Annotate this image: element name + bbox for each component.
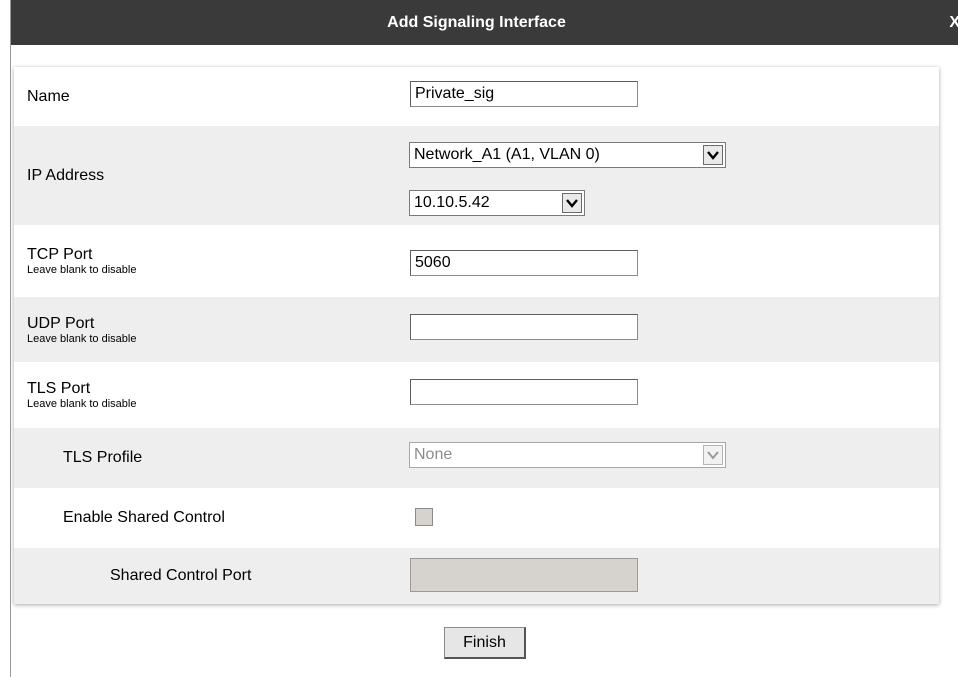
- dialog-titlebar: Add Signaling Interface X: [11, 0, 958, 45]
- tcp-port-hint: Leave blank to disable: [27, 264, 137, 276]
- name-label: Name: [27, 87, 70, 105]
- tls-profile-select-value: None: [414, 446, 453, 463]
- tcp-port-row: TCP Port Leave blank to disable 5060: [14, 225, 939, 297]
- network-select-value: Network_A1 (A1, VLAN 0): [414, 146, 600, 163]
- ip-address-row: IP Address Network_A1 (A1, VLAN 0) 10.10…: [14, 126, 939, 225]
- udp-port-label: UDP Port: [27, 314, 95, 332]
- chevron-down-icon[interactable]: [562, 193, 582, 213]
- udp-port-hint: Leave blank to disable: [27, 332, 137, 345]
- tls-profile-row: TLS Profile None: [14, 428, 939, 488]
- form-panel: Name Private_sig IP Address Network_A1 (…: [14, 67, 939, 604]
- dialog-title: Add Signaling Interface: [387, 13, 566, 31]
- network-select[interactable]: Network_A1 (A1, VLAN 0): [409, 142, 726, 168]
- tcp-port-label: TCP Port: [27, 246, 93, 263]
- shared-control-port-row: Shared Control Port: [14, 548, 939, 604]
- enable-shared-control-checkbox[interactable]: [415, 508, 433, 526]
- ip-select-value: 10.10.5.42: [414, 194, 490, 211]
- chevron-down-icon[interactable]: [703, 145, 723, 165]
- tls-port-row: TLS Port Leave blank to disable: [14, 362, 939, 428]
- shared-control-port-input[interactable]: [410, 558, 638, 592]
- ip-address-label: IP Address: [27, 166, 105, 184]
- tls-port-input[interactable]: [410, 379, 638, 405]
- close-icon[interactable]: X: [949, 0, 958, 45]
- name-input[interactable]: Private_sig: [410, 81, 638, 107]
- enable-shared-control-row: Enable Shared Control: [14, 488, 939, 548]
- enable-shared-control-label: Enable Shared Control: [63, 509, 225, 526]
- finish-button[interactable]: Finish: [444, 627, 526, 659]
- ip-select[interactable]: 10.10.5.42: [409, 190, 585, 216]
- tls-profile-select[interactable]: None: [409, 442, 726, 468]
- tcp-port-input[interactable]: 5060: [410, 250, 638, 276]
- shared-control-port-label: Shared Control Port: [110, 567, 252, 584]
- tls-profile-label: TLS Profile: [63, 449, 143, 466]
- tls-port-label: TLS Port: [27, 380, 91, 397]
- chevron-down-icon[interactable]: [703, 445, 723, 465]
- tls-port-hint: Leave blank to disable: [27, 398, 137, 410]
- udp-port-row: UDP Port Leave blank to disable: [14, 297, 939, 362]
- name-row: Name Private_sig: [14, 67, 939, 126]
- udp-port-input[interactable]: [410, 314, 638, 340]
